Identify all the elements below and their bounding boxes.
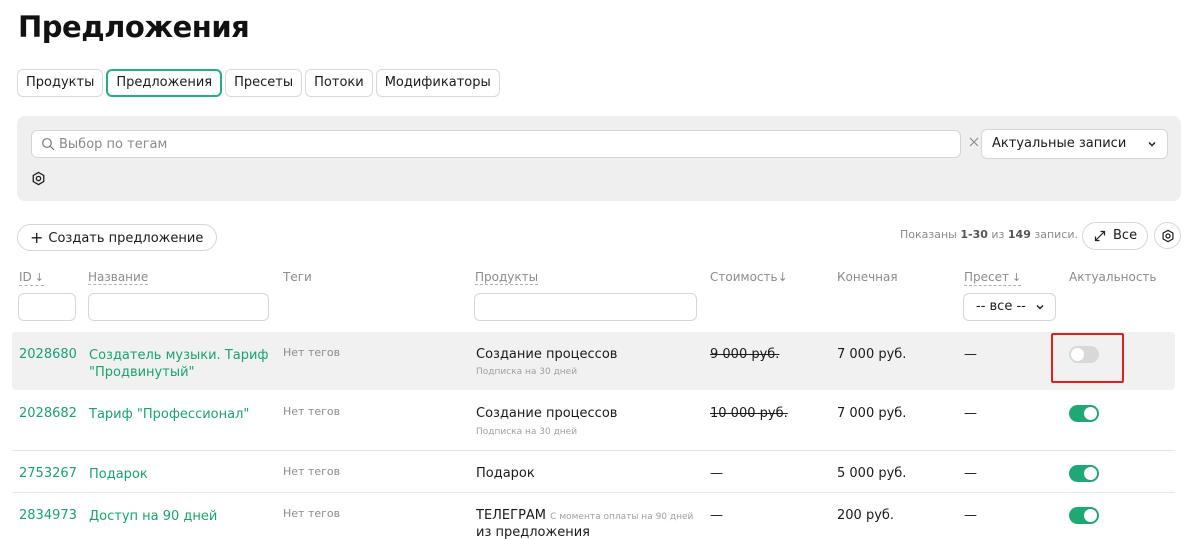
gear-icon xyxy=(1162,229,1174,243)
tab-modifiers[interactable]: Модификаторы xyxy=(375,69,500,97)
show-all-button[interactable]: Все xyxy=(1082,222,1148,250)
column-header-id[interactable]: ID ↓ xyxy=(19,270,44,286)
toggle-knob xyxy=(1084,407,1097,420)
row-id-link[interactable]: 2753267 xyxy=(19,466,77,481)
tab-streams[interactable]: Потоки xyxy=(305,69,373,97)
row-id-link[interactable]: 2834973 xyxy=(19,508,77,523)
plus-icon: + xyxy=(30,228,44,247)
tab-presets[interactable]: Пресеты xyxy=(225,69,303,97)
toggle-knob xyxy=(1084,509,1097,522)
column-header-price-label: Стоимость xyxy=(710,270,778,284)
column-header-preset-label: Пресет xyxy=(964,270,1009,284)
row-tags: Нет тегов xyxy=(283,346,341,359)
row-product-sub: С момента оплаты на 90 дней xyxy=(550,512,694,522)
tag-search-box[interactable] xyxy=(31,130,961,158)
preset-filter-select[interactable]: -- все -- xyxy=(963,293,1056,321)
row-name-link[interactable]: Создатель музыки. Тариф "Продвинутый" xyxy=(89,347,274,381)
row-preset: — xyxy=(964,406,977,421)
create-offer-label: Создать предложение xyxy=(48,231,204,246)
column-header-final: Конечная xyxy=(837,270,898,284)
name-filter-input[interactable] xyxy=(88,293,269,321)
row-active-toggle[interactable] xyxy=(1069,507,1099,524)
row-price: — xyxy=(710,508,723,523)
row-product: Создание процессов xyxy=(476,347,618,362)
row-price: 9 000 руб. xyxy=(710,347,780,362)
row-final-price: 200 руб. xyxy=(837,508,895,523)
row-active-toggle[interactable] xyxy=(1069,405,1099,422)
tab-offers[interactable]: Предложения xyxy=(106,69,223,97)
row-preset: — xyxy=(964,347,977,362)
tab-products[interactable]: Продукты xyxy=(17,69,104,97)
row-price: — xyxy=(710,466,723,481)
row-product: Подарок xyxy=(476,466,535,481)
id-filter-input[interactable] xyxy=(18,293,76,321)
sort-arrow-icon: ↓ xyxy=(34,271,44,284)
preset-filter-value: -- все -- xyxy=(976,299,1026,314)
row-name-link[interactable]: Доступ на 90 дней xyxy=(89,508,274,525)
tag-search-input[interactable] xyxy=(59,131,939,157)
row-product-line2: из предложения xyxy=(476,525,590,539)
tab-bar: Продукты Предложения Пресеты Потоки Моди… xyxy=(17,69,500,97)
row-product: Создание процессов xyxy=(476,406,618,421)
records-suffix: записи. xyxy=(1030,228,1078,241)
expand-icon xyxy=(1094,230,1106,242)
row-tags: Нет тегов xyxy=(283,405,341,418)
row-preset: — xyxy=(964,508,977,523)
column-header-tags: Теги xyxy=(283,270,312,284)
status-select[interactable]: Актуальные записи xyxy=(981,129,1168,159)
column-header-id-label: ID xyxy=(19,270,32,284)
column-header-preset[interactable]: Пресет ↓ xyxy=(964,270,1022,286)
products-filter-input[interactable] xyxy=(474,293,697,321)
row-final-price: 5 000 руб. xyxy=(837,466,907,481)
records-middle: из xyxy=(987,228,1008,241)
records-total: 149 xyxy=(1007,228,1031,241)
row-product-sub: Подписка на 30 дней xyxy=(476,367,578,377)
row-tags: Нет тегов xyxy=(283,507,341,520)
records-info: Показаны 1-30 из 149 записи. xyxy=(900,228,1078,241)
filter-panel: Актуальные записи xyxy=(17,116,1181,201)
highlight-frame xyxy=(1051,333,1124,383)
row-price: 10 000 руб. xyxy=(710,406,788,421)
row-tags: Нет тегов xyxy=(283,465,341,478)
column-header-name[interactable]: Название xyxy=(88,270,149,285)
records-range: 1-30 xyxy=(960,228,988,241)
row-product-sub: Подписка на 30 дней xyxy=(476,427,578,437)
gear-icon[interactable] xyxy=(31,171,46,186)
row-id-link[interactable]: 2028682 xyxy=(19,406,77,421)
create-offer-button[interactable]: + Создать предложение xyxy=(17,224,218,251)
records-prefix: Показаны xyxy=(900,228,961,241)
row-product: ТЕЛЕГРАМ С момента оплаты на 90 дней xyxy=(476,508,693,523)
sort-arrow-icon: ↓ xyxy=(777,270,788,284)
row-preset: — xyxy=(964,466,977,481)
row-id-link[interactable]: 2028680 xyxy=(19,347,77,362)
chevron-down-icon xyxy=(1148,141,1156,147)
row-active-toggle[interactable] xyxy=(1069,465,1099,482)
column-header-price[interactable]: Стоимость↓ xyxy=(710,270,788,284)
table-settings-button[interactable] xyxy=(1154,222,1181,249)
page-title: Предложения xyxy=(18,10,250,44)
search-icon xyxy=(42,138,55,151)
sort-arrow-icon: ↓ xyxy=(1012,271,1022,284)
chevron-down-icon xyxy=(1036,304,1044,310)
row-final-price: 7 000 руб. xyxy=(837,347,907,362)
show-all-label: Все xyxy=(1113,228,1138,243)
row-product-name: ТЕЛЕГРАМ xyxy=(476,508,547,523)
column-header-products[interactable]: Продукты xyxy=(475,270,539,285)
row-final-price: 7 000 руб. xyxy=(837,406,907,421)
row-name-link[interactable]: Подарок xyxy=(89,466,274,483)
toggle-knob xyxy=(1084,467,1097,480)
column-header-active: Актуальность xyxy=(1069,270,1157,284)
row-name-link[interactable]: Тариф "Профессионал" xyxy=(89,406,274,423)
close-icon[interactable] xyxy=(968,136,980,148)
status-select-value: Актуальные записи xyxy=(992,136,1127,151)
